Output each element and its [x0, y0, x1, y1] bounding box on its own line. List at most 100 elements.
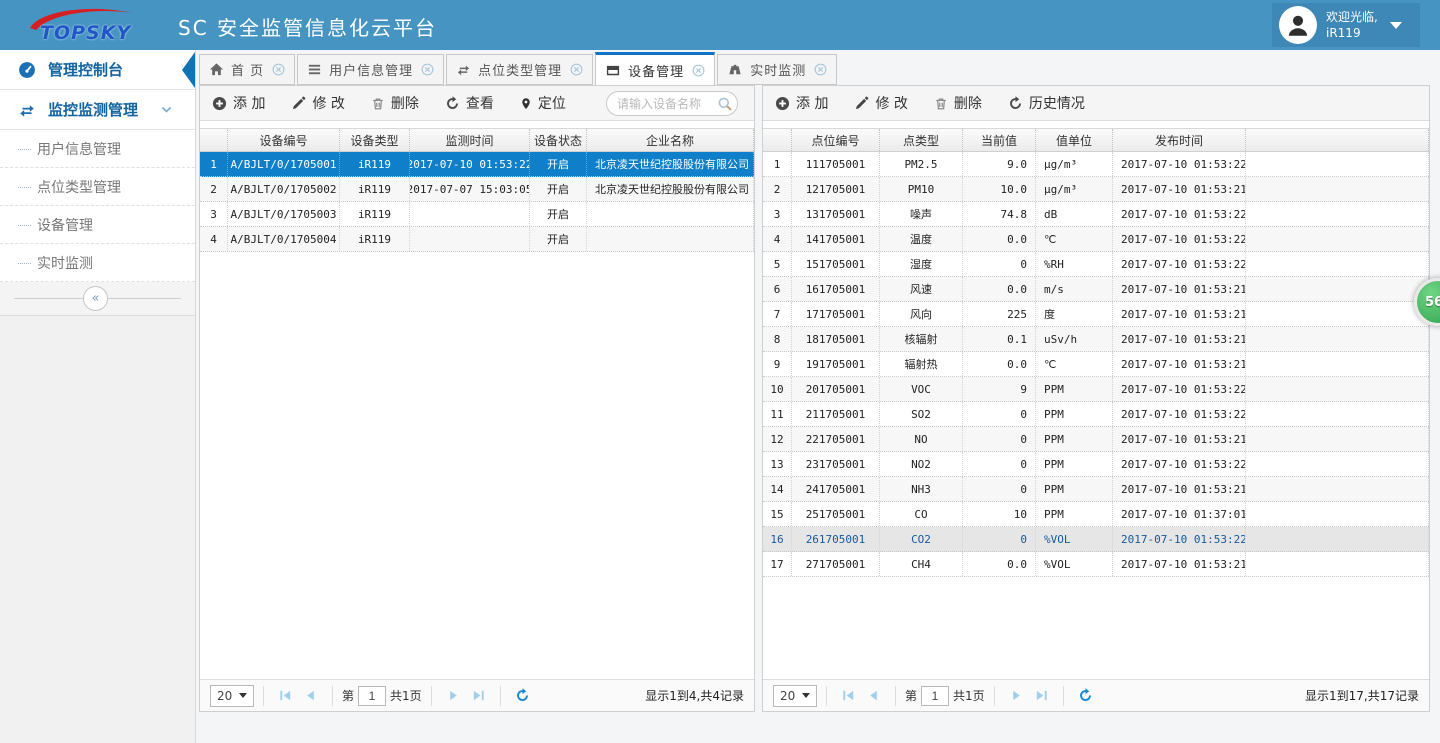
- monitor-toolbar-button-3[interactable]: 历史情况: [1008, 93, 1085, 113]
- close-tab-icon[interactable]: [692, 64, 705, 77]
- device-search-input[interactable]: [617, 97, 717, 111]
- reload-button[interactable]: [515, 688, 530, 703]
- sidebar-item-0[interactable]: 用户信息管理: [0, 130, 195, 168]
- device-pager: 20第共1页显示1到4,共4记录: [200, 679, 754, 711]
- table-row[interactable]: 9191705001辐射热0.0℃2017-07-10 01:53:21: [763, 352, 1429, 377]
- column-header[interactable]: 发布时间: [1113, 129, 1246, 151]
- table-row[interactable]: 17271705001CH40.0%VOL2017-07-10 01:53:21: [763, 552, 1429, 577]
- last-page-button[interactable]: [471, 688, 486, 703]
- monitor-toolbar-button-2[interactable]: 删除: [934, 93, 982, 113]
- column-header[interactable]: [763, 129, 792, 151]
- column-header[interactable]: 当前值: [963, 129, 1036, 151]
- table-cell: 131705001: [792, 202, 880, 226]
- sidebar-section-monitor-mgmt[interactable]: 监控监测管理: [0, 90, 195, 130]
- table-cell: 2017-07-10 01:53:22: [410, 152, 530, 176]
- table-cell: A/BJLT/0/1705004: [228, 227, 340, 251]
- device-toolbar-button-0[interactable]: 添 加: [212, 93, 265, 113]
- table-cell: [1246, 402, 1429, 426]
- next-page-button[interactable]: [446, 688, 461, 703]
- monitor-toolbar-button-1[interactable]: 修 改: [854, 93, 907, 113]
- collapse-sidebar-button[interactable]: «: [83, 286, 108, 311]
- table-row[interactable]: 3A/BJLT/0/1705003iR119开启: [200, 202, 754, 227]
- table-row[interactable]: 13231705001NO20PPM2017-07-10 01:53:22: [763, 452, 1429, 477]
- reload-button[interactable]: [1078, 688, 1093, 703]
- tab-0[interactable]: 首 页: [199, 54, 295, 85]
- table-cell: 0.0: [963, 277, 1036, 301]
- last-page-button[interactable]: [1034, 688, 1049, 703]
- device-toolbar-button-1[interactable]: 修 改: [291, 93, 344, 113]
- table-row[interactable]: 10201705001VOC9PPM2017-07-10 01:53:22: [763, 377, 1429, 402]
- close-tab-icon[interactable]: [272, 63, 285, 76]
- column-header[interactable]: 设备类型: [340, 129, 410, 151]
- column-header[interactable]: 设备编号: [228, 129, 340, 151]
- table-cell: 6: [763, 277, 792, 301]
- device-toolbar-button-4[interactable]: 定位: [520, 93, 566, 113]
- monitor-toolbar-button-0[interactable]: 添 加: [775, 93, 828, 113]
- page-number-input[interactable]: [921, 686, 949, 706]
- column-header[interactable]: [200, 129, 228, 151]
- sidebar-section-console[interactable]: 管理控制台: [0, 50, 195, 90]
- prev-page-button[interactable]: [866, 688, 881, 703]
- toolbar-button-label: 修 改: [312, 93, 344, 113]
- table-cell: [1246, 552, 1429, 576]
- tab-1[interactable]: 用户信息管理: [297, 54, 444, 85]
- sidebar-item-2[interactable]: 设备管理: [0, 206, 195, 244]
- sidebar-item-label: 用户信息管理: [37, 139, 121, 159]
- table-cell: A/BJLT/0/1705003: [228, 202, 340, 226]
- separator: [994, 686, 995, 706]
- close-tab-icon[interactable]: [570, 63, 583, 76]
- user-menu[interactable]: 欢迎光临, iR119: [1272, 3, 1420, 47]
- caret-down-icon: [239, 693, 247, 698]
- table-cell: 74.8: [963, 202, 1036, 226]
- table-cell: 10: [763, 377, 792, 401]
- table-row[interactable]: 7171705001风向225度2017-07-10 01:53:21: [763, 302, 1429, 327]
- avatar: [1279, 6, 1317, 44]
- table-row[interactable]: 14241705001NH30PPM2017-07-10 01:53:21: [763, 477, 1429, 502]
- column-header[interactable]: 点类型: [880, 129, 963, 151]
- table-row[interactable]: 5151705001湿度0%RH2017-07-10 01:53:22: [763, 252, 1429, 277]
- plus-icon: [212, 96, 227, 111]
- prev-page-button[interactable]: [303, 688, 318, 703]
- column-header[interactable]: 点位编号: [792, 129, 880, 151]
- tab-label: 首 页: [231, 60, 264, 79]
- table-cell: PPM: [1036, 377, 1113, 401]
- first-page-button[interactable]: [841, 688, 856, 703]
- table-row[interactable]: 1111705001PM2.59.0μg/m³2017-07-10 01:53:…: [763, 152, 1429, 177]
- caret-down-icon: [802, 693, 810, 698]
- sidebar-item-3[interactable]: 实时监测: [0, 244, 195, 282]
- close-tab-icon[interactable]: [421, 63, 434, 76]
- page-number-input[interactable]: [358, 686, 386, 706]
- column-header[interactable]: 设备状态: [530, 129, 587, 151]
- table-row[interactable]: 3131705001噪声74.8dB2017-07-10 01:53:22: [763, 202, 1429, 227]
- column-header[interactable]: 值单位: [1036, 129, 1113, 151]
- table-cell: [587, 227, 754, 251]
- table-row[interactable]: 6161705001风速0.0m/s2017-07-10 01:53:21: [763, 277, 1429, 302]
- table-row[interactable]: 4141705001温度0.0℃2017-07-10 01:53:22: [763, 227, 1429, 252]
- table-row[interactable]: 12221705001NO0PPM2017-07-10 01:53:21: [763, 427, 1429, 452]
- table-row[interactable]: 2121705001PM1010.0μg/m³2017-07-10 01:53:…: [763, 177, 1429, 202]
- table-row[interactable]: 15251705001CO10PPM2017-07-10 01:37:01: [763, 502, 1429, 527]
- column-header[interactable]: 监测时间: [410, 129, 530, 151]
- tab-3[interactable]: 设备管理: [595, 52, 715, 85]
- table-row[interactable]: 11211705001SO20PPM2017-07-10 01:53:22: [763, 402, 1429, 427]
- close-tab-icon[interactable]: [814, 63, 827, 76]
- table-row[interactable]: 16261705001CO20%VOL2017-07-10 01:53:22: [763, 527, 1429, 552]
- column-header[interactable]: 企业名称: [587, 129, 754, 151]
- page-size-select[interactable]: 20: [773, 685, 817, 707]
- page-size-select[interactable]: 20: [210, 685, 254, 707]
- search-icon[interactable]: [717, 96, 733, 112]
- table-row[interactable]: 2A/BJLT/0/1705002iR1192017-07-07 15:03:0…: [200, 177, 754, 202]
- device-toolbar-button-3[interactable]: 查看: [445, 93, 494, 113]
- tab-2[interactable]: 点位类型管理: [446, 54, 593, 85]
- tab-label: 设备管理: [628, 61, 684, 80]
- sidebar-section-label: 管理控制台: [48, 59, 123, 80]
- sidebar-item-1[interactable]: 点位类型管理: [0, 168, 195, 206]
- tab-4[interactable]: 实时监测: [717, 54, 837, 85]
- next-page-button[interactable]: [1009, 688, 1024, 703]
- device-toolbar-button-2[interactable]: 删除: [371, 93, 419, 113]
- table-row[interactable]: 1A/BJLT/0/1705001iR1192017-07-10 01:53:2…: [200, 152, 754, 177]
- table-row[interactable]: 4A/BJLT/0/1705004iR119开启: [200, 227, 754, 252]
- first-page-button[interactable]: [278, 688, 293, 703]
- column-header[interactable]: [1246, 129, 1429, 151]
- table-row[interactable]: 8181705001核辐射0.1uSv/h2017-07-10 01:53:21: [763, 327, 1429, 352]
